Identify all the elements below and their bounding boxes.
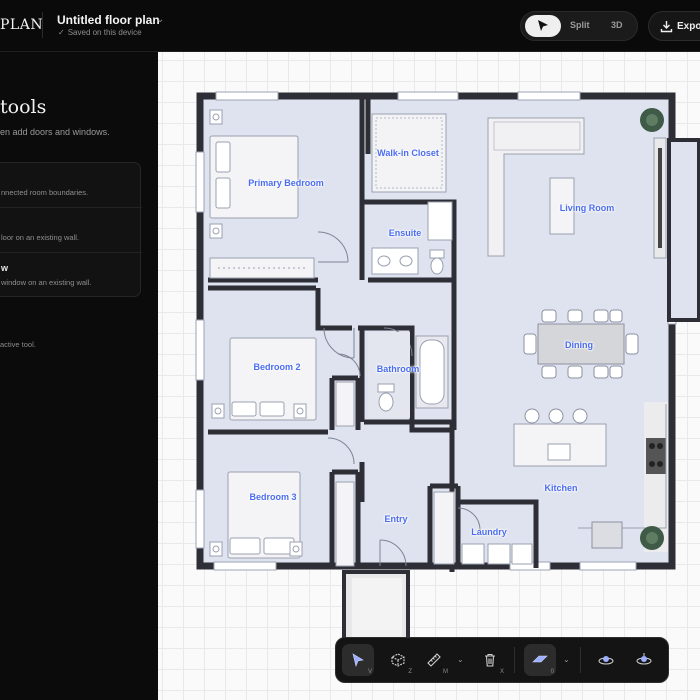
camera-orbit-icon	[598, 656, 614, 665]
room-label-kitchen[interactable]: Kitchen	[544, 483, 577, 493]
camera-top-button[interactable]	[628, 644, 660, 676]
room-cube-icon	[391, 653, 405, 667]
view-mode-toggle: Split 3D	[520, 11, 638, 41]
tool-description: loor on an existing wall.	[1, 233, 79, 242]
tool-list: nnected room boundaries. loor on an exis…	[0, 162, 142, 298]
measure-tool-button[interactable]: M	[418, 644, 450, 676]
tool-item-window[interactable]: w window on an existing wall.	[0, 253, 142, 298]
select-arrow-icon	[538, 20, 548, 31]
delete-button[interactable]: X	[474, 644, 506, 676]
header-divider	[42, 12, 43, 38]
tools-panel: tools en add doors and windows. nnected …	[0, 52, 158, 700]
shortcut-key: 0	[550, 669, 554, 675]
trash-icon	[485, 653, 495, 667]
room-label-walk-in-closet[interactable]: Walk-in Closet	[377, 148, 439, 158]
room-label-ensuite[interactable]: Ensuite	[389, 228, 422, 238]
chevron-down-icon[interactable]: ⌄	[457, 655, 464, 664]
export-button[interactable]: Expo	[648, 11, 700, 41]
room-label-laundry[interactable]: Laundry	[471, 527, 507, 537]
floor-plane-icon	[532, 655, 548, 663]
bathroom-fixtures	[368, 332, 449, 418]
tool-description: window on an existing wall.	[1, 278, 92, 287]
tool-name: w	[1, 263, 9, 273]
top-bar: PLAN Untitled floor plan ⌄ ✓ Saved on thi…	[0, 0, 700, 52]
download-icon	[660, 21, 673, 33]
select-tool-button[interactable]: V	[342, 644, 374, 676]
view-split-button[interactable]: Split	[570, 20, 590, 30]
tool-item-room[interactable]: nnected room boundaries.	[0, 163, 142, 208]
toolbar-divider	[514, 647, 515, 673]
room-label-bedroom-3[interactable]: Bedroom 3	[249, 492, 296, 502]
room-label-living-room[interactable]: Living Room	[560, 203, 615, 213]
panel-subtitle: en add doors and windows.	[0, 127, 110, 137]
room-label-dining[interactable]: Dining	[565, 340, 593, 350]
view-3d-button[interactable]: 3D	[611, 20, 623, 30]
camera-orbit-button[interactable]	[590, 644, 622, 676]
room-label-entry[interactable]: Entry	[384, 514, 407, 524]
view-2d-button[interactable]	[525, 15, 561, 37]
shortcut-key: X	[499, 669, 504, 675]
tool-description: nnected room boundaries.	[1, 188, 89, 197]
editor-toolbar: V Z M ⌄ X 0 ⌄	[335, 637, 669, 683]
shortcut-key: Z	[408, 669, 412, 675]
panel-hint: active tool.	[0, 340, 36, 349]
panel-title: tools	[0, 96, 47, 118]
tool-item-door[interactable]: loor on an existing wall.	[0, 208, 142, 253]
room-label-bedroom-2[interactable]: Bedroom 2	[253, 362, 300, 372]
chevron-down-icon[interactable]: ⌄	[563, 655, 570, 664]
save-status: ✓ Saved on this device	[58, 28, 142, 37]
document-title[interactable]: Untitled floor plan	[57, 13, 160, 27]
room-tool-button[interactable]: Z	[382, 644, 414, 676]
shortcut-key: V	[367, 669, 372, 675]
app-brand[interactable]: PLAN	[0, 17, 43, 33]
select-arrow-icon	[352, 653, 364, 667]
floor-tool-button[interactable]: 0	[524, 644, 556, 676]
chevron-down-icon[interactable]: ⌄	[156, 14, 164, 25]
side-room	[667, 138, 700, 322]
save-status-text: Saved on this device	[67, 28, 142, 37]
porch-floor	[352, 578, 402, 638]
camera-top-icon	[636, 653, 652, 665]
measure-ruler-icon	[427, 653, 441, 667]
shortcut-key: M	[443, 669, 448, 675]
room-label-bathroom[interactable]: Bathroom	[377, 364, 420, 374]
toolbar-divider	[580, 647, 581, 673]
laundry-fixtures	[461, 543, 533, 565]
floor-plan-canvas[interactable]: Primary Bedroom Walk-in Closet Living Ro…	[158, 52, 700, 700]
export-label: Expo	[677, 21, 700, 32]
check-icon: ✓	[58, 28, 65, 37]
room-label-primary-bedroom[interactable]: Primary Bedroom	[248, 178, 324, 188]
